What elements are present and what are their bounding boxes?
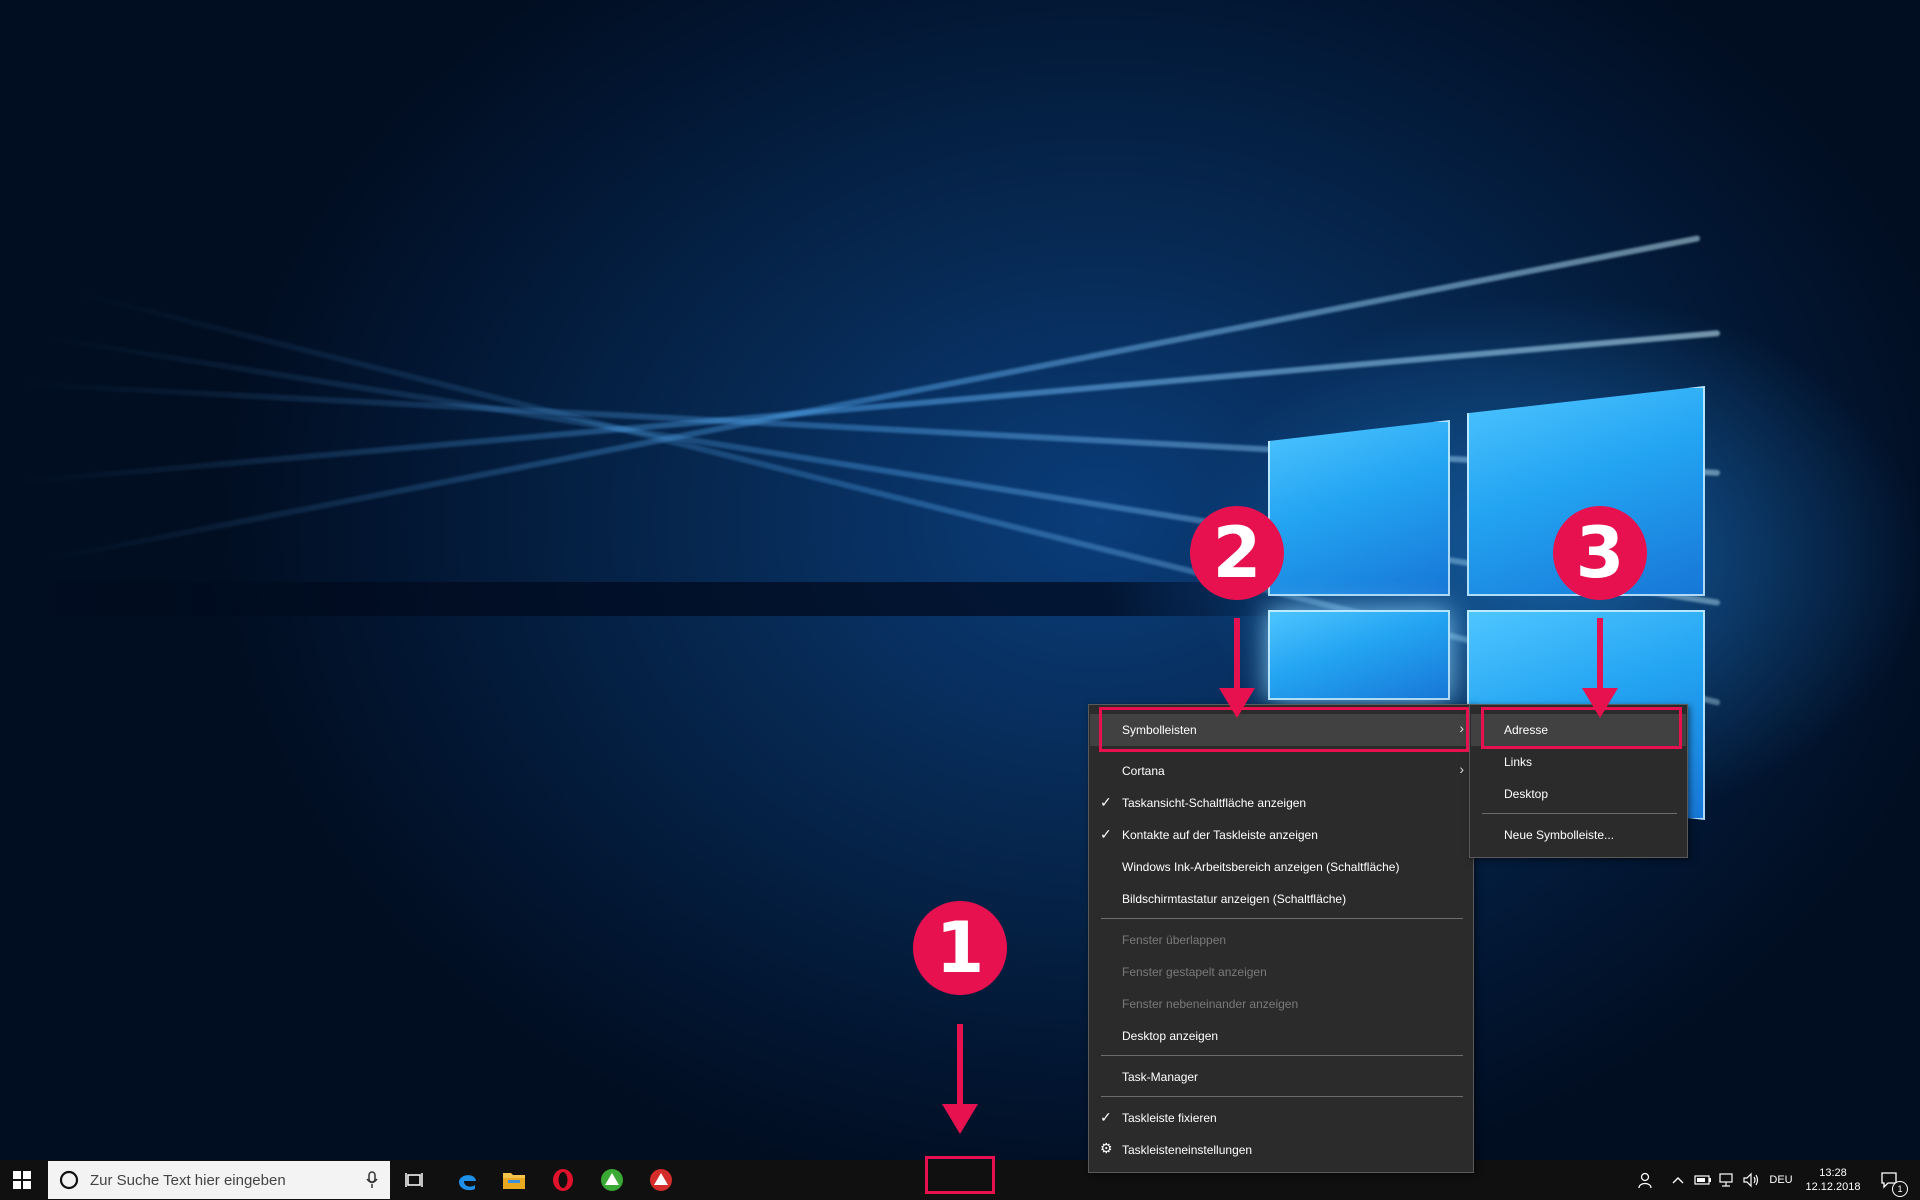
chevron-up-icon: [1672, 1177, 1684, 1184]
speaker-icon: [1743, 1172, 1759, 1188]
menu-separator: [1482, 813, 1677, 814]
clock-date: 12.12.2018: [1805, 1181, 1861, 1193]
checkmark-icon: ✓: [1100, 794, 1112, 810]
volume-tray-button[interactable]: [1740, 1160, 1762, 1200]
notification-count-badge: 1: [1892, 1181, 1908, 1197]
menu-item-kontakte[interactable]: ✓ Kontakte auf der Taskleiste anzeigen: [1090, 819, 1472, 851]
menu-item-label: Bildschirmtastatur anzeigen (Schaltfläch…: [1122, 892, 1347, 906]
step-badge-3: 3: [1553, 506, 1647, 600]
search-input[interactable]: [90, 1171, 350, 1189]
submenu-item-neue-symbolleiste[interactable]: Neue Symbolleiste...: [1471, 819, 1686, 851]
windows-logo-icon: [13, 1171, 31, 1189]
menu-separator: [1101, 1055, 1463, 1056]
show-hidden-icons-button[interactable]: [1668, 1160, 1688, 1200]
edge-app-button[interactable]: [445, 1160, 489, 1200]
submenu-item-desktop[interactable]: Desktop: [1471, 778, 1686, 810]
step-arrow-3: [1597, 618, 1603, 688]
menu-item-cortana[interactable]: Cortana ›: [1090, 755, 1472, 787]
shadow-band: [0, 582, 1300, 616]
gear-icon: ⚙: [1100, 1140, 1113, 1156]
green-app-button[interactable]: [590, 1160, 634, 1200]
checkmark-icon: ✓: [1100, 826, 1112, 842]
menu-item-taskleisteneinstellungen[interactable]: ⚙ Taskleisteneinstellungen: [1090, 1134, 1472, 1166]
menu-item-label: Desktop anzeigen: [1122, 1029, 1219, 1043]
red-app-button[interactable]: [639, 1160, 683, 1200]
opera-app-button[interactable]: [541, 1160, 585, 1200]
green-triangle-app-icon: [601, 1169, 623, 1191]
menu-item-label: Taskansicht-Schaltfläche anzeigen: [1122, 796, 1307, 810]
menu-item-label: Windows Ink-Arbeitsbereich anzeigen (Sch…: [1122, 860, 1400, 874]
step-arrowhead-1: [942, 1104, 978, 1134]
menu-item-label: Fenster überlappen: [1122, 933, 1227, 947]
menu-item-label: Taskleiste fixieren: [1122, 1111, 1217, 1125]
opera-icon: [553, 1169, 573, 1191]
network-tray-button[interactable]: [1716, 1160, 1738, 1200]
highlight-box-taskbar-spot: [925, 1156, 995, 1194]
logo-pane-top-left: [1268, 420, 1450, 596]
menu-item-desktop-anzeigen[interactable]: Desktop anzeigen: [1090, 1020, 1472, 1052]
step-arrow-1: [957, 1024, 963, 1104]
menu-separator: [1101, 1096, 1463, 1097]
menu-item-fenster-ueberlappen: Fenster überlappen: [1090, 924, 1472, 956]
step-arrowhead-3: [1582, 688, 1618, 718]
menu-item-taskansicht[interactable]: ✓ Taskansicht-Schaltfläche anzeigen: [1090, 787, 1472, 819]
language-indicator[interactable]: DEU: [1766, 1160, 1796, 1200]
task-view-icon: [405, 1173, 423, 1187]
taskbar-context-menu: Symbolleisten › Cortana › ✓ Taskansicht-…: [1088, 704, 1474, 1173]
battery-icon: [1694, 1175, 1711, 1185]
battery-tray-button[interactable]: [1692, 1160, 1714, 1200]
logo-pane-bottom-left: [1268, 610, 1450, 700]
microphone-icon[interactable]: [366, 1171, 378, 1194]
menu-separator: [1101, 918, 1463, 919]
highlight-box-symbolleisten: [1099, 707, 1469, 752]
menu-item-label: Cortana: [1122, 764, 1165, 778]
menu-item-fenster-gestapelt: Fenster gestapelt anzeigen: [1090, 956, 1472, 988]
menu-item-taskleiste-fixieren[interactable]: ✓ Taskleiste fixieren: [1090, 1102, 1472, 1134]
menu-item-label: Kontakte auf der Taskleiste anzeigen: [1122, 828, 1318, 842]
network-icon: [1719, 1173, 1733, 1187]
chevron-right-icon: ›: [1459, 761, 1464, 777]
step-arrowhead-2: [1219, 688, 1255, 718]
menu-item-windows-ink[interactable]: Windows Ink-Arbeitsbereich anzeigen (Sch…: [1090, 851, 1472, 883]
light-beam: [20, 330, 1721, 606]
action-center-button[interactable]: 1: [1872, 1160, 1908, 1200]
task-view-button[interactable]: [395, 1160, 435, 1200]
menu-item-bildschirmtastatur[interactable]: Bildschirmtastatur anzeigen (Schaltfläch…: [1090, 883, 1472, 915]
red-triangle-app-icon: [650, 1169, 672, 1191]
step-badge-2: 2: [1190, 506, 1284, 600]
menu-item-fenster-nebeneinander: Fenster nebeneinander anzeigen: [1090, 988, 1472, 1020]
submenu-item-label: Links: [1504, 755, 1533, 769]
people-button[interactable]: [1632, 1160, 1660, 1200]
language-label: DEU: [1769, 1174, 1793, 1186]
menu-item-label: Fenster nebeneinander anzeigen: [1122, 997, 1299, 1011]
folder-icon: [503, 1173, 525, 1189]
clock[interactable]: 13:28 12.12.2018: [1800, 1160, 1866, 1200]
submenu-item-label: Desktop: [1504, 787, 1549, 801]
menu-item-label: Fenster gestapelt anzeigen: [1122, 965, 1267, 979]
checkmark-icon: ✓: [1100, 1109, 1112, 1125]
clock-time: 13:28: [1819, 1167, 1847, 1179]
menu-item-label: Task-Manager: [1122, 1070, 1199, 1084]
submenu-item-label: Neue Symbolleiste...: [1504, 828, 1615, 842]
submenu-item-links[interactable]: Links: [1471, 746, 1686, 778]
step-arrow-2: [1234, 618, 1240, 688]
menu-item-task-manager[interactable]: Task-Manager: [1090, 1061, 1472, 1093]
menu-item-label: Taskleisteneinstellungen: [1122, 1143, 1253, 1157]
step-badge-1: 1: [913, 901, 1007, 995]
search-box[interactable]: [48, 1161, 390, 1199]
edge-icon: [459, 1175, 476, 1191]
people-icon: [1638, 1172, 1652, 1189]
cortana-circle-icon: [58, 1169, 80, 1191]
file-explorer-button[interactable]: [492, 1160, 536, 1200]
start-button[interactable]: [0, 1160, 44, 1200]
